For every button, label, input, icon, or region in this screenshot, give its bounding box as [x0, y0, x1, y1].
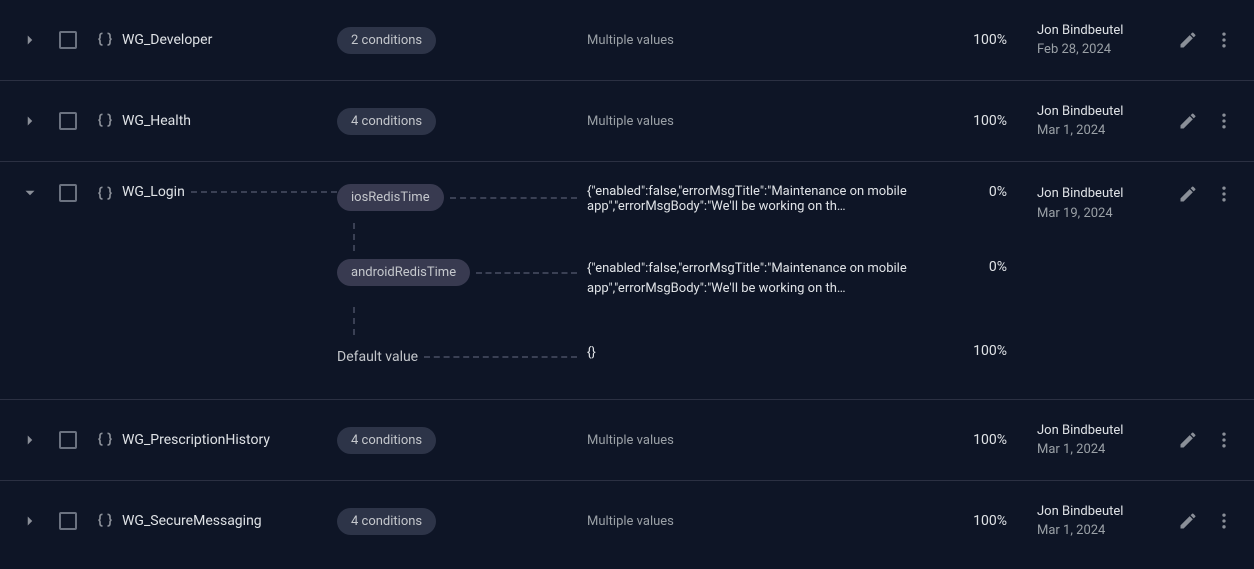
connector-dash	[450, 197, 577, 199]
table-row: WG_Developer 2 conditions Multiple value…	[0, 0, 1254, 81]
param-name[interactable]: WG_Developer	[122, 0, 337, 80]
author-name: Jon Bindbeutel	[1037, 184, 1137, 204]
param-name[interactable]: WG_SecureMessaging	[122, 481, 337, 561]
config-table: WG_Developer 2 conditions Multiple value…	[0, 0, 1254, 561]
chevron-down-icon[interactable]	[21, 184, 39, 202]
author-name: Jon Bindbeutel	[1037, 421, 1137, 441]
conditions-pill[interactable]: 4 conditions	[337, 508, 436, 535]
condition-value: {"enabled":false,"errorMsgTitle":"Mainte…	[587, 184, 947, 214]
condition-tag[interactable]: iosRedisTime	[337, 184, 444, 211]
author-cell: Jon Bindbeutel Mar 1, 2024	[1007, 81, 1137, 161]
param-percent: 100%	[947, 81, 1007, 161]
more-vert-icon[interactable]	[1214, 111, 1234, 131]
row-checkbox[interactable]	[59, 112, 77, 130]
condition-value: {}	[587, 343, 947, 363]
param-percent: 100%	[947, 481, 1007, 561]
param-value: Multiple values	[587, 481, 947, 561]
more-vert-icon[interactable]	[1214, 511, 1234, 531]
conditions-pill[interactable]: 2 conditions	[337, 27, 436, 54]
condition-percent: 100%	[947, 343, 1007, 359]
author-date: Mar 1, 2024	[1037, 121, 1137, 141]
author-cell: Jon Bindbeutel Mar 19, 2024	[1007, 184, 1137, 223]
author-cell: Jon Bindbeutel Feb 28, 2024	[1007, 0, 1137, 80]
json-type-icon	[95, 30, 115, 50]
param-value: Multiple values	[587, 0, 947, 80]
chevron-right-icon[interactable]	[21, 31, 39, 49]
author-name: Jon Bindbeutel	[1037, 21, 1137, 41]
table-row: WG_Health 4 conditions Multiple values 1…	[0, 81, 1254, 162]
author-name: Jon Bindbeutel	[1037, 102, 1137, 122]
json-type-icon	[95, 111, 115, 131]
param-name[interactable]: WG_PrescriptionHistory	[122, 400, 337, 480]
edit-icon[interactable]	[1178, 184, 1198, 204]
chevron-right-icon[interactable]	[21, 112, 39, 130]
author-cell: Jon Bindbeutel Mar 1, 2024	[1007, 400, 1137, 480]
more-vert-icon[interactable]	[1214, 30, 1234, 50]
connector-vert	[0, 307, 1254, 335]
more-vert-icon[interactable]	[1214, 184, 1234, 204]
table-row-expanded: WG_Login iosRedisTime {"enabled":false,"…	[0, 162, 1254, 400]
table-row: WG_PrescriptionHistory 4 conditions Mult…	[0, 400, 1254, 481]
edit-icon[interactable]	[1178, 111, 1198, 131]
row-checkbox[interactable]	[59, 184, 77, 202]
table-row: WG_SecureMessaging 4 conditions Multiple…	[0, 481, 1254, 561]
param-value: Multiple values	[587, 400, 947, 480]
json-type-icon	[95, 430, 115, 450]
condition-value: {"enabled":false,"errorMsgTitle":"Mainte…	[587, 259, 947, 299]
more-vert-icon[interactable]	[1214, 430, 1234, 450]
author-date: Mar 19, 2024	[1037, 204, 1137, 224]
connector-dash	[191, 191, 337, 193]
chevron-right-icon[interactable]	[21, 512, 39, 530]
conditions-pill[interactable]: 4 conditions	[337, 427, 436, 454]
json-type-icon	[95, 184, 115, 204]
author-name: Jon Bindbeutel	[1037, 502, 1137, 522]
condition-percent: 0%	[947, 259, 1007, 275]
connector-dash	[476, 272, 577, 274]
param-percent: 100%	[947, 0, 1007, 80]
connector-vert	[0, 223, 1254, 251]
param-name[interactable]: WG_Health	[122, 81, 337, 161]
connector-dash	[424, 356, 577, 358]
param-value: Multiple values	[587, 81, 947, 161]
author-date: Mar 1, 2024	[1037, 440, 1137, 460]
param-percent: 100%	[947, 400, 1007, 480]
chevron-right-icon[interactable]	[21, 431, 39, 449]
json-type-icon	[95, 511, 115, 531]
param-name-text: WG_Login	[122, 184, 185, 200]
condition-tag[interactable]: androidRedisTime	[337, 259, 470, 286]
conditions-pill[interactable]: 4 conditions	[337, 108, 436, 135]
edit-icon[interactable]	[1178, 430, 1198, 450]
condition-row: androidRedisTime {"enabled":false,"error…	[0, 251, 1254, 307]
row-checkbox[interactable]	[59, 31, 77, 49]
edit-icon[interactable]	[1178, 30, 1198, 50]
author-date: Feb 28, 2024	[1037, 40, 1137, 60]
condition-row: Default value {} 100%	[0, 335, 1254, 399]
edit-icon[interactable]	[1178, 511, 1198, 531]
default-value-label: Default value	[337, 343, 418, 371]
author-date: Mar 1, 2024	[1037, 521, 1137, 541]
condition-percent: 0%	[947, 184, 1007, 200]
param-name[interactable]: WG_Login	[122, 184, 337, 200]
row-checkbox[interactable]	[59, 431, 77, 449]
author-cell: Jon Bindbeutel Mar 1, 2024	[1007, 481, 1137, 561]
row-checkbox[interactable]	[59, 512, 77, 530]
